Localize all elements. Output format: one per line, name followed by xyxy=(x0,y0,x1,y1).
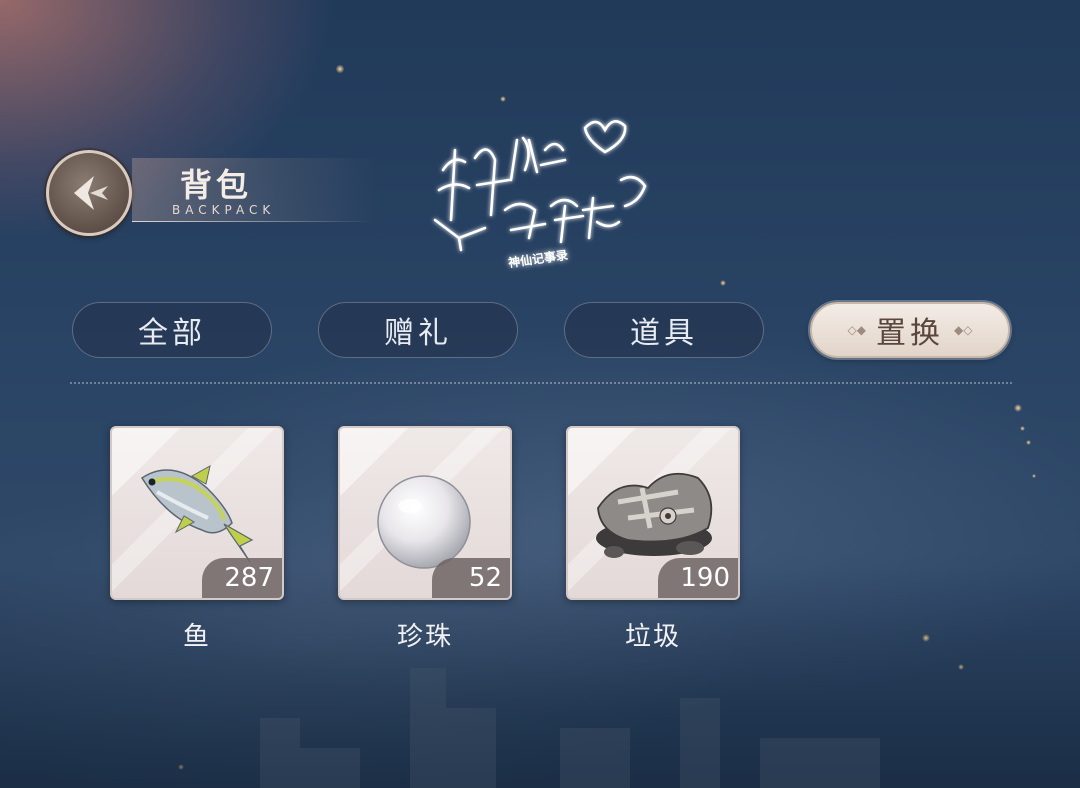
tab-all[interactable]: 全部 xyxy=(72,302,272,358)
diamond-deco-right-icon: ◆◇ xyxy=(954,323,973,337)
item-count: 190 xyxy=(658,558,738,598)
tab-gifts-label: 赠礼 xyxy=(384,316,452,351)
tab-all-label: 全部 xyxy=(138,316,206,351)
page-subtitle: BACKPACK xyxy=(172,203,276,217)
page-title: 背包 xyxy=(180,166,253,204)
item-name: 鱼 xyxy=(182,622,211,652)
item-card[interactable]: 52 xyxy=(338,426,512,600)
back-arrow-icon xyxy=(74,176,108,210)
tab-gifts[interactable]: 赠礼 xyxy=(318,302,518,358)
tab-exchange-label: 置换 xyxy=(876,316,944,351)
item-card[interactable]: 287 xyxy=(110,426,284,600)
item-count: 52 xyxy=(432,558,510,598)
tab-props-label: 道具 xyxy=(630,316,698,351)
item-card[interactable]: 190 xyxy=(566,426,740,600)
item-name: 垃圾 xyxy=(624,622,681,652)
diamond-deco-left-icon: ◇◆ xyxy=(847,323,866,337)
item-slot-pearl[interactable]: 52 珍珠 xyxy=(338,426,512,653)
item-count: 287 xyxy=(202,558,282,598)
back-button[interactable] xyxy=(46,150,132,236)
tab-divider xyxy=(70,382,1012,384)
item-name: 珍珠 xyxy=(396,622,453,652)
item-slot-fish[interactable]: 287 鱼 xyxy=(110,426,284,653)
item-slot-junk[interactable]: 190 垃圾 xyxy=(566,426,740,653)
tab-props[interactable]: 道具 xyxy=(564,302,764,358)
tab-exchange[interactable]: ◇◆ 置换 ◆◇ xyxy=(810,302,1010,358)
